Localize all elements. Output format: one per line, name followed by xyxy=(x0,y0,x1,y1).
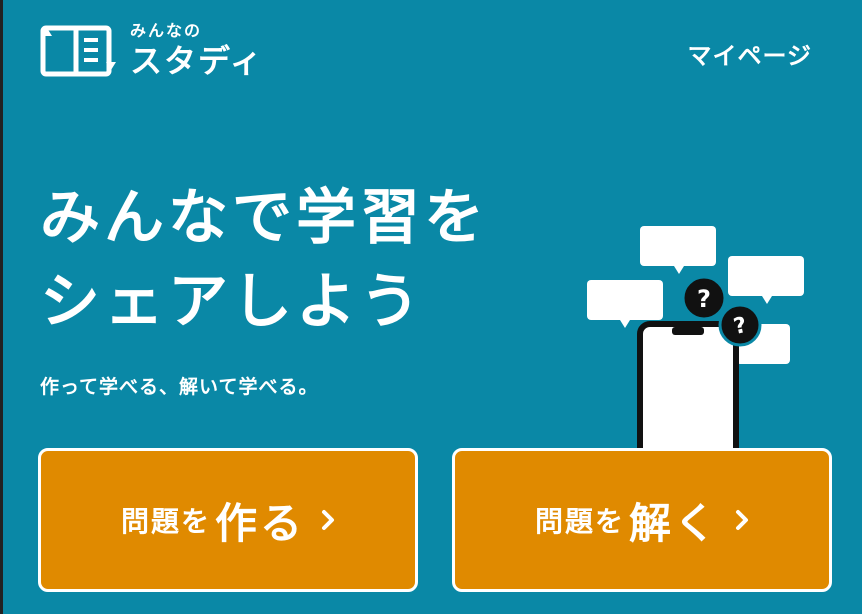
make-question-button[interactable]: 問題を 作る xyxy=(38,448,418,592)
mypage-link[interactable]: マイページ xyxy=(687,36,812,71)
solve-button-prefix: 問題を xyxy=(534,505,625,538)
logo-tagline: みんなの xyxy=(130,21,203,40)
chevron-right-icon xyxy=(736,510,749,530)
smartphone-icon xyxy=(637,321,739,450)
make-button-prefix: 問題を xyxy=(120,505,211,538)
hero-illustration: ? ? xyxy=(587,226,804,450)
window-edge xyxy=(0,0,3,614)
hero-title: みんなで学習を シェアしよう xyxy=(40,176,488,344)
svg-text:?: ? xyxy=(697,285,711,313)
solve-question-button[interactable]: 問題を 解く xyxy=(452,448,832,592)
logo-name: スタディ xyxy=(130,42,264,80)
hero-title-line2: シェアしよう xyxy=(40,267,424,337)
make-button-verb: 作る xyxy=(215,498,306,548)
solve-button-verb: 解く xyxy=(629,498,720,548)
site-logo[interactable]: みんなの スタディ xyxy=(40,22,264,82)
hero-subtitle: 作って学べる、解いて学べる。 xyxy=(40,376,319,398)
logo-book-icon xyxy=(40,25,116,77)
chevron-right-icon xyxy=(322,510,335,530)
hero-title-line1: みんなで学習を xyxy=(40,183,488,253)
